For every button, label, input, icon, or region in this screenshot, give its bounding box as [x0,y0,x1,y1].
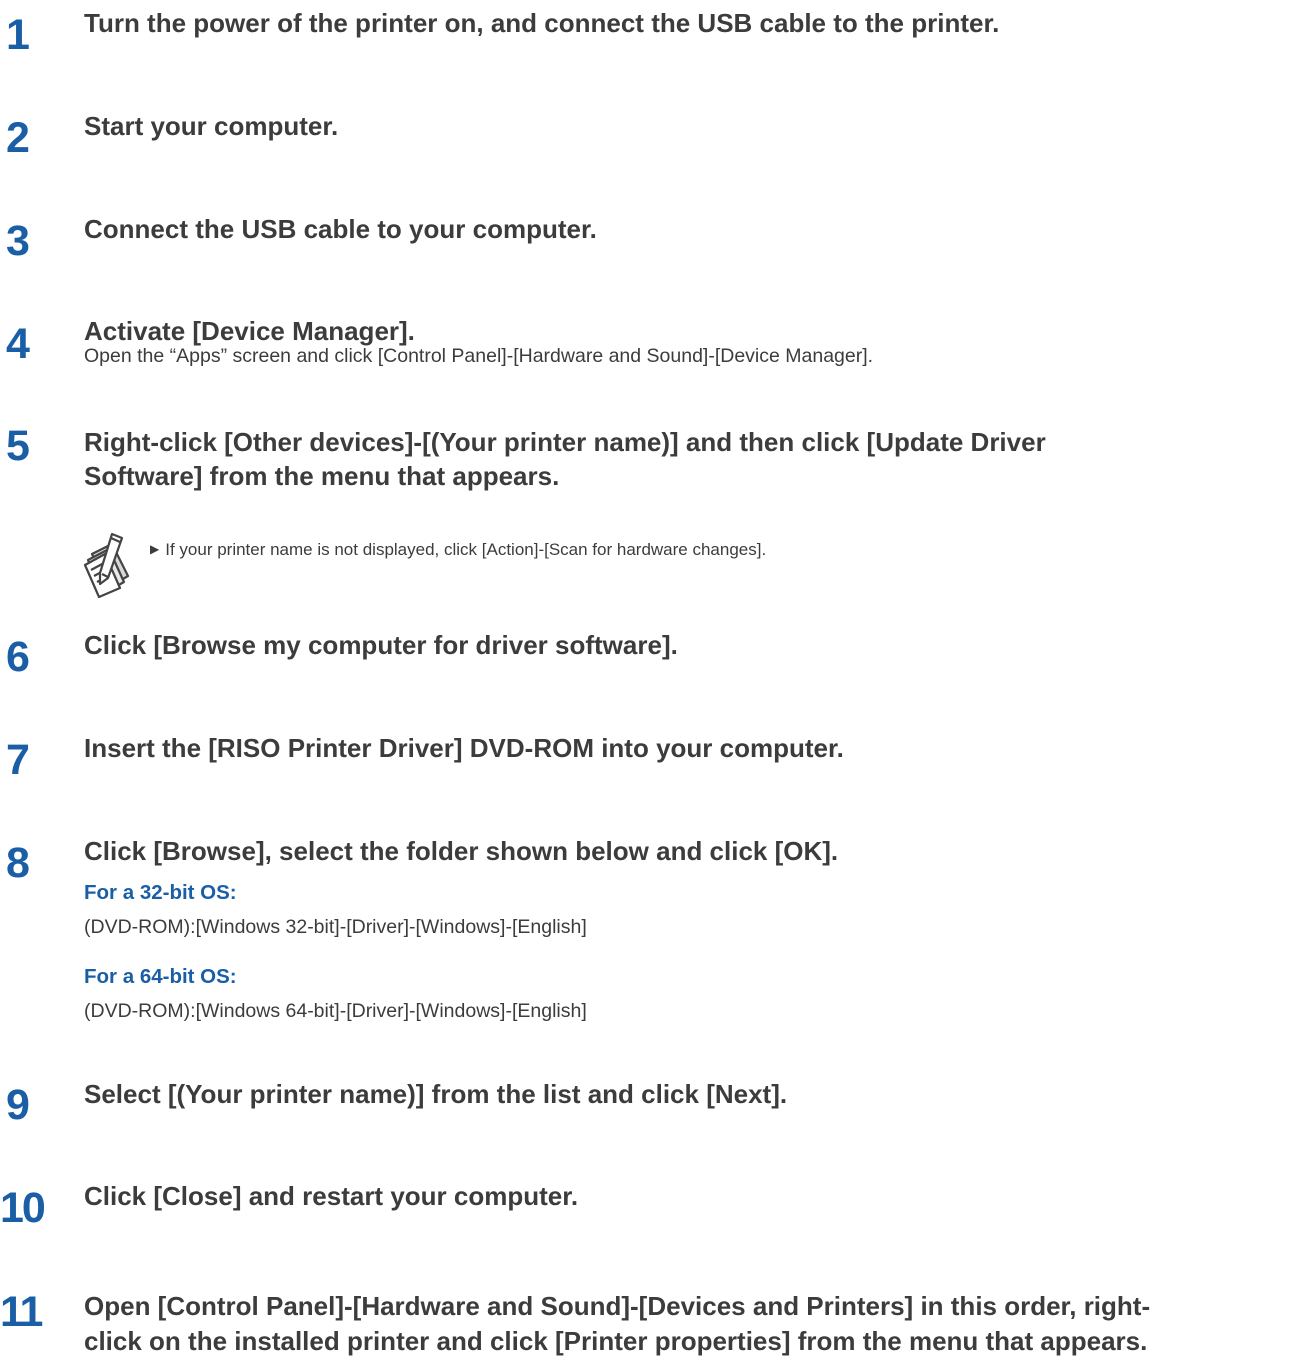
note-text-content: If your printer name is not displayed, c… [165,540,767,559]
os64-path: (DVD-ROM):[Windows 64-bit]-[Driver]-[Win… [84,1000,587,1022]
step-title-6: Click [Browse my computer for driver sof… [84,630,678,660]
os32-path: (DVD-ROM):[Windows 32-bit]-[Driver]-[Win… [84,916,587,938]
step-title-11-line2: click on the installed printer and click… [84,1326,1148,1356]
note-text: ▶ If your printer name is not displayed, … [150,540,766,560]
step-number-11: 11 [0,1288,43,1336]
step-number-10: 10 [0,1184,46,1232]
step-number-8: 8 [6,839,30,887]
step-title-9: Select [(Your printer name)] from the li… [84,1079,788,1109]
step-description-4: Open the “Apps” screen and click [Contro… [84,345,874,367]
step-title-7: Insert the [RISO Printer Driver] DVD-ROM… [84,733,844,763]
step-number-4: 4 [6,320,30,368]
os64-heading: For a 64-bit OS: [84,965,237,988]
step-title-2: Start your computer. [84,111,339,141]
memo-pencil-icon [83,532,130,598]
step-title-10: Click [Close] and restart your computer. [84,1181,579,1211]
step-title-5-line1: Right-click [Other devices]-[(Your print… [84,427,1046,457]
step-number-5: 5 [6,422,30,470]
step-number-6: 6 [6,633,30,681]
step-number-2: 2 [6,114,30,162]
note-bullet-icon: ▶ [150,542,160,556]
step-title-8: Click [Browse], select the folder shown … [84,836,839,866]
step-title-11-line1: Open [Control Panel]-[Hardware and Sound… [84,1291,1151,1321]
step-number-9: 9 [6,1081,30,1129]
step-title-1: Turn the power of the printer on, and co… [84,8,1000,38]
step-number-1: 1 [6,11,30,59]
step-number-7: 7 [6,736,30,784]
os32-heading: For a 32-bit OS: [84,881,237,904]
step-title-5-line2: Software] from the menu that appears. [84,461,560,491]
step-title-3: Connect the USB cable to your computer. [84,214,597,244]
step-number-3: 3 [6,217,30,265]
